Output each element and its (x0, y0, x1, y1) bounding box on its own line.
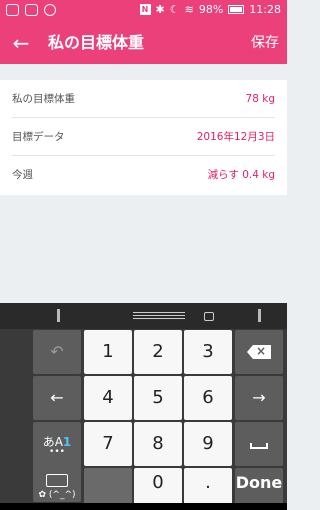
undo-key[interactable]: ↶ (33, 330, 81, 374)
save-button[interactable]: 保存 (251, 22, 279, 64)
battery-icon (228, 5, 245, 14)
keyboard-resize-handle-right[interactable] (258, 309, 261, 322)
key-7[interactable]: 7 (84, 422, 132, 466)
clock: 11:28 (249, 3, 281, 16)
app-notification-icon (44, 4, 56, 16)
backspace-icon: × (247, 345, 271, 359)
keyboard-resize-handle-left[interactable] (57, 309, 60, 322)
space-key[interactable] (235, 422, 283, 466)
key-4[interactable]: 4 (84, 376, 132, 420)
notification-icons (6, 4, 56, 16)
input-mode-label: あA1 (42, 435, 72, 449)
battery-percent: 98% (198, 3, 224, 16)
blank-key (84, 468, 132, 506)
target-weight-value[interactable]: 78 kg (246, 80, 275, 118)
target-date-value[interactable]: 2016年12月3日 (197, 118, 275, 156)
emoticon-label: ✿ (^_^) (38, 490, 76, 500)
keyboard-icon (46, 474, 68, 487)
key-5[interactable]: 5 (134, 376, 182, 420)
target-weight-label: 私の目標体重 (12, 93, 75, 105)
target-date-row[interactable]: 目標データ 2016年12月3日 (12, 118, 275, 156)
key-9[interactable]: 9 (184, 422, 232, 466)
notification-icon (6, 4, 19, 16)
keyboard-drag-handle[interactable] (133, 312, 185, 321)
backspace-key[interactable]: × (235, 330, 283, 374)
back-arrow-icon[interactable]: ← (8, 30, 34, 56)
keyboard-notification-icon (25, 4, 38, 16)
space-icon (250, 443, 268, 449)
moon-icon: ☾ (169, 3, 180, 16)
app-bar: ← 私の目標体重 保存 (0, 22, 287, 64)
page-title: 私の目標体重 (48, 33, 145, 52)
emoji-keyboard-key[interactable]: ✿ (^_^) (33, 464, 81, 502)
numeric-keyboard: ↶ 1 2 3 × ← 4 5 6 → あA1 ••• 7 8 9 ✿ (^_^… (0, 303, 287, 510)
system-icons: N ✱ ☾ ≋ 98% 11:28 (139, 3, 281, 16)
wifi-icon: ≋ (184, 3, 194, 16)
target-weight-row[interactable]: 私の目標体重 78 kg (12, 80, 275, 118)
keyboard-toolbar (0, 303, 287, 329)
key-0[interactable]: 0 (134, 468, 182, 506)
key-2[interactable]: 2 (134, 330, 182, 374)
key-6[interactable]: 6 (184, 376, 232, 420)
nfc-icon: N (139, 4, 151, 15)
cursor-left-key[interactable]: ← (33, 376, 81, 420)
status-bar: N ✱ ☾ ≋ 98% 11:28 (0, 0, 287, 22)
input-mode-dots: ••• (49, 447, 65, 457)
key-8[interactable]: 8 (134, 422, 182, 466)
nav-bar (0, 503, 287, 510)
target-date-label: 目標データ (12, 131, 65, 143)
cursor-right-key[interactable]: → (235, 376, 283, 420)
this-week-value[interactable]: 減らす 0.4 kg (208, 156, 275, 194)
keyboard-mode-icon[interactable] (204, 312, 214, 321)
key-decimal[interactable]: . (184, 468, 232, 506)
bluetooth-icon: ✱ (155, 3, 165, 16)
this-week-row[interactable]: 今週 減らす 0.4 kg (12, 156, 275, 194)
this-week-label: 今週 (12, 169, 33, 181)
key-1[interactable]: 1 (84, 330, 132, 374)
goal-settings-card: 私の目標体重 78 kg 目標データ 2016年12月3日 今週 減らす 0.4… (0, 80, 287, 195)
input-mode-key[interactable]: あA1 ••• (33, 422, 81, 466)
key-3[interactable]: 3 (184, 330, 232, 374)
done-key[interactable]: Done (235, 468, 283, 506)
